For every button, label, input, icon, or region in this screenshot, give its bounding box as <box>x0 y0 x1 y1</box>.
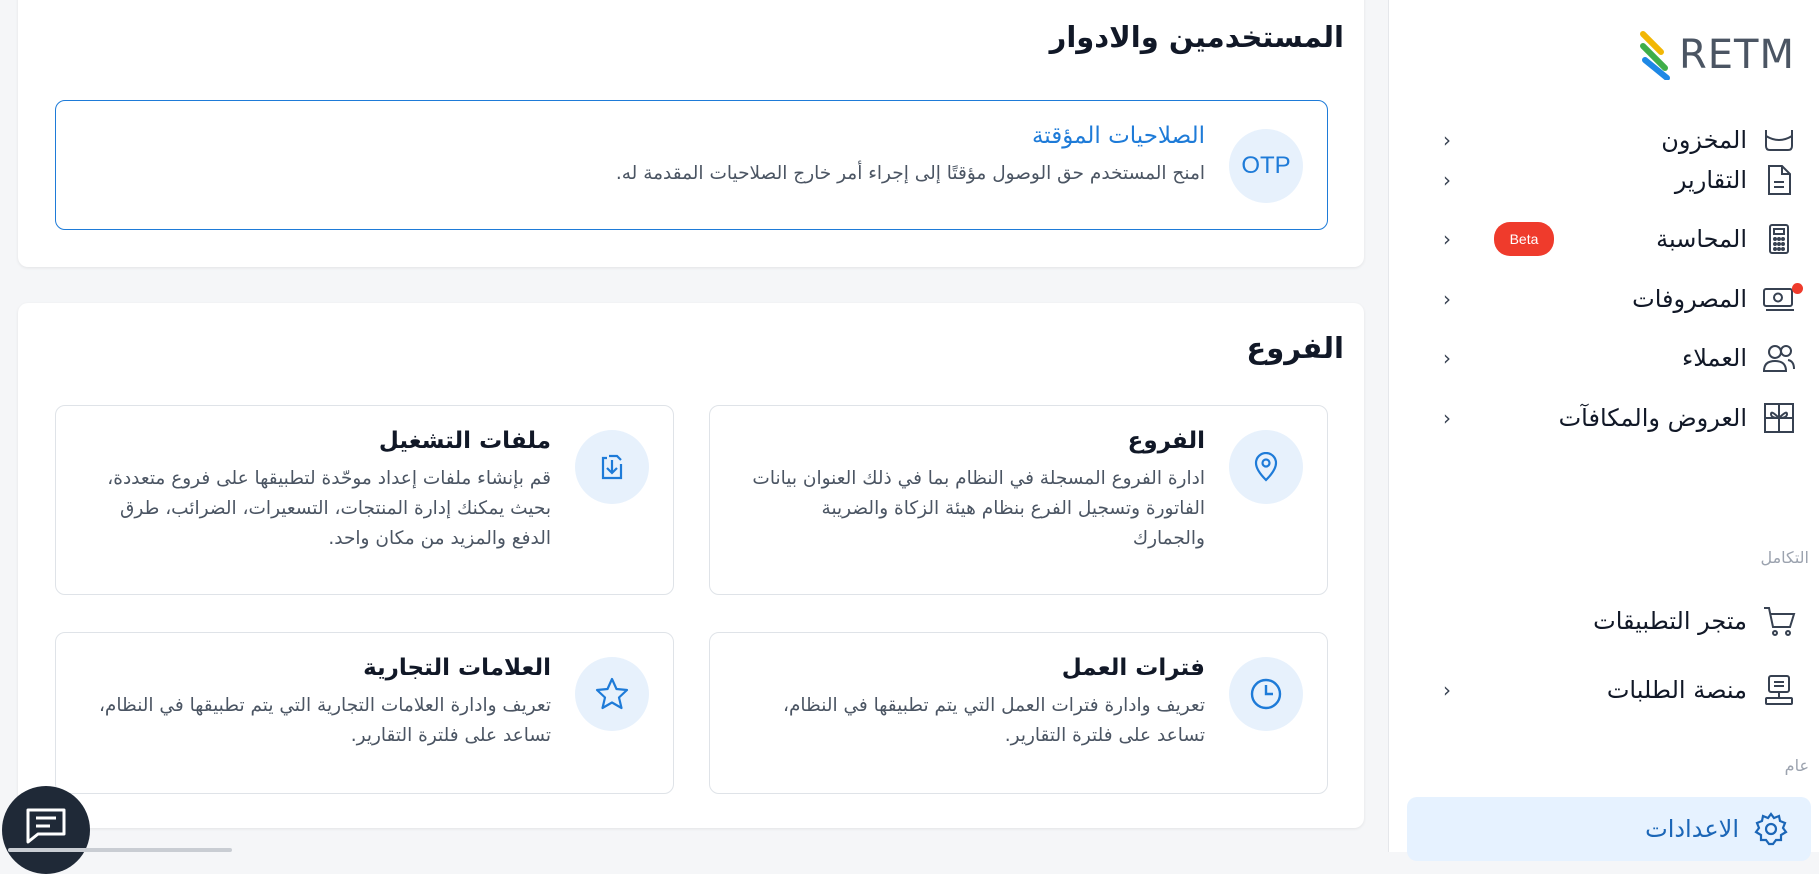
sidebar: RETM المخزون ‹ التقارير ‹ المحاسبة Beta … <box>1388 0 1819 861</box>
logo-mark-icon <box>1639 31 1670 80</box>
section-label-general: عام <box>1784 756 1809 775</box>
otp-icon: OTP <box>1229 129 1303 203</box>
sidebar-item-settings[interactable]: الاعدادات <box>1407 797 1811 861</box>
sidebar-item-label: المحاسبة <box>1656 225 1747 253</box>
branches-tile-description: ادارة الفروع المسجلة في النظام بما في ذل… <box>752 468 1205 549</box>
chat-icon <box>26 808 66 844</box>
otp-description: امنح المستخدم حق الوصول مؤقتًا إلى إجراء… <box>615 163 1205 184</box>
beta-badge: Beta <box>1494 222 1554 256</box>
brands-tile-description: تعريف وادارة العلامات التجارية التي يتم … <box>98 695 551 746</box>
sidebar-item-label: الاعدادات <box>1645 815 1739 843</box>
sidebar-item-accounting[interactable]: المحاسبة Beta ‹ <box>1388 211 1819 267</box>
chevron-left-icon[interactable]: ‹ <box>1443 287 1451 311</box>
branches-tile[interactable]: الفروع ادارة الفروع المسجلة في النظام بم… <box>709 405 1328 595</box>
horizontal-scrollbar[interactable] <box>8 848 232 852</box>
otp-tile[interactable]: OTP الصلاحيات المؤقتة امنح المستخدم حق ا… <box>55 100 1328 230</box>
sidebar-item-orders-platform[interactable]: منصة الطلبات ‹ <box>1388 662 1819 718</box>
sidebar-item-expenses[interactable]: المصروفات ‹ <box>1388 271 1819 327</box>
sidebar-item-label: المصروفات <box>1632 285 1747 313</box>
sidebar-item-app-store[interactable]: متجر التطبيقات <box>1388 593 1819 649</box>
sidebar-item-label: العملاء <box>1681 344 1747 372</box>
chevron-left-icon[interactable]: ‹ <box>1443 406 1451 430</box>
notification-dot <box>1792 283 1803 294</box>
users-icon <box>1761 340 1797 376</box>
cart-icon <box>1761 603 1797 639</box>
operating-files-tile-description: قم بإنشاء ملفات إعداد موحّدة لتطبيقها عل… <box>107 468 551 549</box>
file-download-icon <box>575 430 649 504</box>
chevron-left-icon[interactable]: ‹ <box>1443 346 1451 370</box>
clock-icon <box>1229 657 1303 731</box>
location-pin-icon <box>1229 430 1303 504</box>
section-title-users-roles: المستخدمين والادوار <box>1049 20 1344 54</box>
sidebar-item-label: التقارير <box>1674 166 1747 194</box>
sidebar-item-offers[interactable]: العروض والمكافآت ‹ <box>1388 390 1819 446</box>
brands-tile[interactable]: العلامات التجارية تعريف وادارة العلامات … <box>55 632 674 794</box>
chevron-left-icon[interactable]: ‹ <box>1443 678 1451 702</box>
gear-icon <box>1753 811 1789 847</box>
otp-title: الصلاحيات المؤقتة <box>1031 123 1205 149</box>
section-label-integration: التكامل <box>1760 548 1809 567</box>
operating-files-tile-title: ملفات التشغيل <box>378 428 551 454</box>
orders-platform-icon <box>1761 672 1797 708</box>
money-icon <box>1761 281 1803 317</box>
users-roles-card: المستخدمين والادوار OTP الصلاحيات المؤقت… <box>18 0 1364 267</box>
sidebar-item-label: العروض والمكافآت <box>1558 404 1747 432</box>
star-icon <box>575 657 649 731</box>
calculator-icon <box>1761 221 1797 257</box>
sidebar-item-label: المخزون <box>1661 126 1747 154</box>
work-periods-tile-title: فترات العمل <box>1061 655 1205 681</box>
chevron-left-icon[interactable]: ‹ <box>1443 168 1451 192</box>
chevron-left-icon[interactable]: ‹ <box>1443 227 1451 251</box>
chat-button[interactable] <box>2 786 90 874</box>
operating-files-tile[interactable]: ملفات التشغيل قم بإنشاء ملفات إعداد موحّ… <box>55 405 674 595</box>
sidebar-item-customers[interactable]: العملاء ‹ <box>1388 330 1819 386</box>
branches-card: الفروع الفروع ادارة الفروع المسجلة في ال… <box>18 303 1364 828</box>
sidebar-item-label: متجر التطبيقات <box>1593 607 1747 635</box>
gift-icon <box>1761 400 1797 436</box>
sidebar-item-reports[interactable]: التقارير ‹ <box>1388 152 1819 208</box>
brands-tile-title: العلامات التجارية <box>363 655 551 681</box>
branches-tile-title: الفروع <box>1127 428 1205 454</box>
report-icon <box>1761 162 1797 198</box>
chevron-left-icon[interactable]: ‹ <box>1443 128 1451 152</box>
section-title-branches: الفروع <box>1246 331 1344 365</box>
brand-logo[interactable]: RETM <box>1637 30 1795 80</box>
sidebar-item-label: منصة الطلبات <box>1606 676 1747 704</box>
work-periods-tile-description: تعريف وادارة فترات العمل التي يتم تطبيقه… <box>783 695 1205 746</box>
logo-text: RETM <box>1678 32 1795 78</box>
work-periods-tile[interactable]: فترات العمل تعريف وادارة فترات العمل الت… <box>709 632 1328 794</box>
